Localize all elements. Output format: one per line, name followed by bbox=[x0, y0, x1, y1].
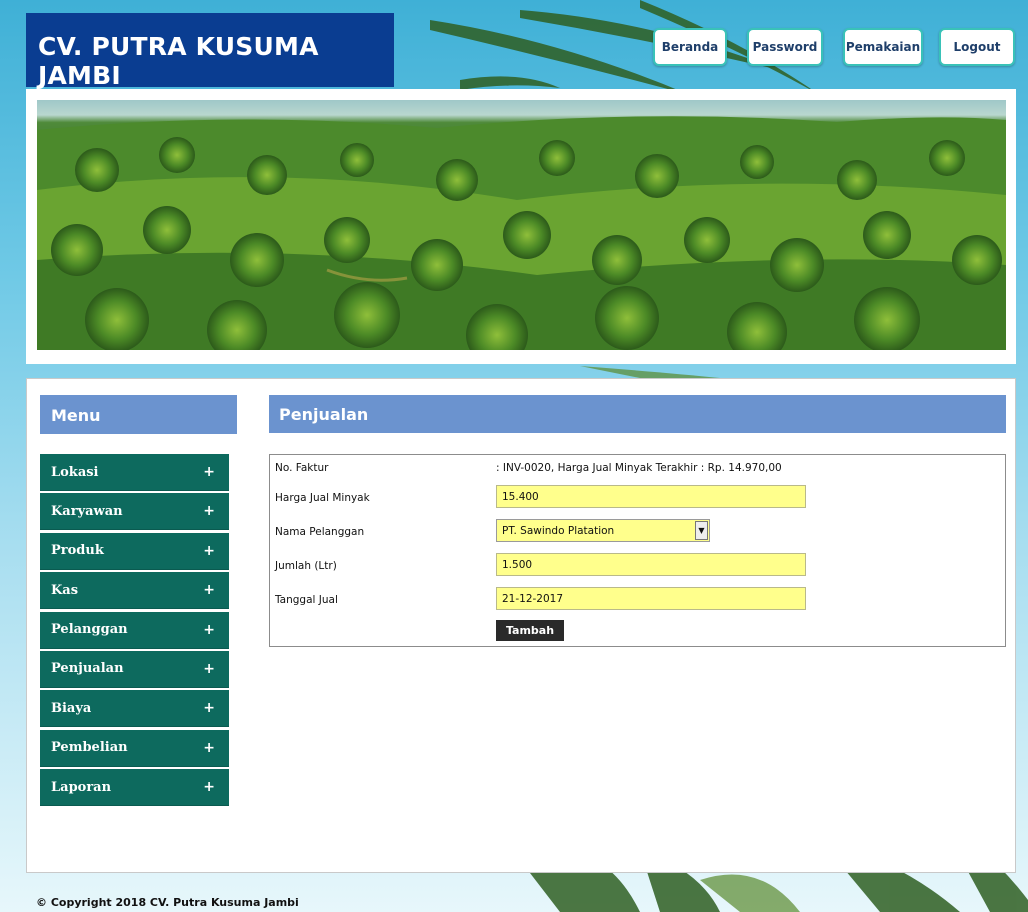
sidebar-item-pelanggan[interactable]: Pelanggan + bbox=[40, 611, 229, 649]
sidebar-item-laporan[interactable]: Laporan + bbox=[40, 769, 229, 807]
site-title: CV. PUTRA KUSUMA JAMBI bbox=[26, 13, 394, 90]
nav-password-button[interactable]: Password bbox=[747, 28, 823, 66]
no-faktur-value: : INV-0020, Harga Jual Minyak Terakhir :… bbox=[496, 462, 782, 474]
plus-icon: + bbox=[203, 464, 215, 480]
nama-pelanggan-value: PT. Sawindo Platation bbox=[502, 525, 615, 537]
harga-jual-label: Harga Jual Minyak bbox=[275, 492, 370, 504]
sidebar-item-label: Pelanggan bbox=[51, 622, 128, 638]
sidebar-item-produk[interactable]: Produk + bbox=[40, 532, 229, 570]
sidebar-item-karyawan[interactable]: Karyawan + bbox=[40, 493, 229, 531]
tambah-button[interactable]: Tambah bbox=[496, 620, 564, 641]
footer-copyright: © Copyright 2018 CV. Putra Kusuma Jambi bbox=[36, 896, 299, 909]
nav-logout-button[interactable]: Logout bbox=[939, 28, 1015, 66]
harga-jual-input[interactable]: 15.400 bbox=[496, 485, 806, 508]
sidebar-item-penjualan[interactable]: Penjualan + bbox=[40, 650, 229, 688]
chevron-down-icon[interactable]: ▼ bbox=[695, 521, 708, 540]
nav-pemakaian-button[interactable]: Pemakaian bbox=[843, 28, 923, 66]
main-content-panel: Menu Lokasi + Karyawan + Produk + Kas + … bbox=[26, 378, 1016, 873]
plus-icon: + bbox=[203, 700, 215, 717]
plus-icon: + bbox=[203, 739, 215, 756]
banner-frame bbox=[26, 89, 1016, 364]
plus-icon: + bbox=[203, 503, 215, 520]
plantation-illustration bbox=[37, 116, 1006, 350]
jumlah-input[interactable]: 1.500 bbox=[496, 553, 806, 576]
tanggal-jual-input[interactable]: 21-12-2017 bbox=[496, 587, 806, 610]
sidebar-item-label: Lokasi bbox=[51, 464, 99, 480]
sidebar-item-label: Pembelian bbox=[51, 740, 128, 756]
plus-icon: + bbox=[203, 621, 215, 638]
plus-icon: + bbox=[203, 779, 215, 796]
palm-plantation-banner bbox=[37, 100, 1006, 350]
nama-pelanggan-select[interactable]: PT. Sawindo Platation ▼ bbox=[496, 519, 710, 542]
tanggal-jual-label: Tanggal Jual bbox=[275, 594, 338, 606]
nav-beranda-button[interactable]: Beranda bbox=[653, 28, 727, 66]
sidebar-item-lokasi[interactable]: Lokasi + bbox=[40, 454, 229, 491]
plus-icon: + bbox=[203, 660, 215, 677]
penjualan-form: No. Faktur : INV-0020, Harga Jual Minyak… bbox=[269, 454, 1006, 647]
sidebar-item-label: Penjualan bbox=[51, 661, 124, 677]
sidebar-item-kas[interactable]: Kas + bbox=[40, 572, 229, 610]
plus-icon: + bbox=[203, 582, 215, 599]
sidebar-title: Menu bbox=[40, 395, 237, 434]
page-title: Penjualan bbox=[269, 395, 1006, 433]
sidebar-item-label: Karyawan bbox=[51, 503, 123, 519]
sidebar-item-label: Produk bbox=[51, 543, 104, 559]
sidebar-item-label: Laporan bbox=[51, 779, 112, 795]
plus-icon: + bbox=[203, 542, 215, 559]
sidebar-item-biaya[interactable]: Biaya + bbox=[40, 690, 229, 728]
sidebar-item-pembelian[interactable]: Pembelian + bbox=[40, 729, 229, 767]
sidebar-item-label: Kas bbox=[51, 582, 79, 598]
sidebar-item-label: Biaya bbox=[51, 700, 92, 716]
no-faktur-label: No. Faktur bbox=[275, 462, 329, 474]
nama-pelanggan-label: Nama Pelanggan bbox=[275, 526, 365, 538]
sidebar-menu: Lokasi + Karyawan + Produk + Kas + Pelan… bbox=[40, 454, 229, 809]
jumlah-label: Jumlah (Ltr) bbox=[275, 560, 337, 572]
